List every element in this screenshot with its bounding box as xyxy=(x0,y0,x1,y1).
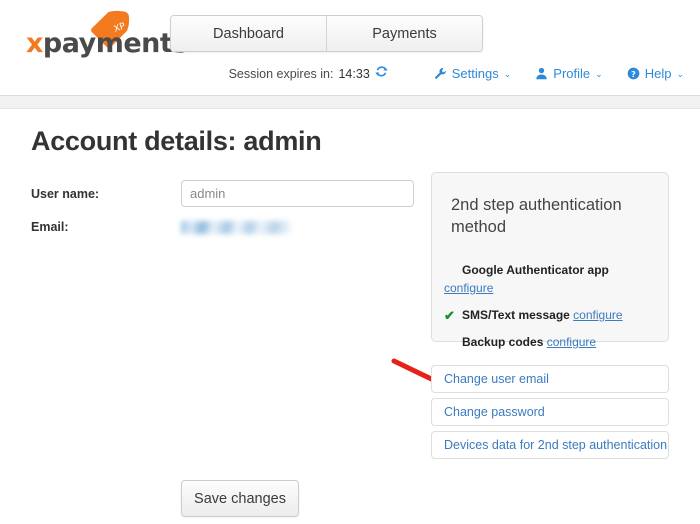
menu-settings[interactable]: Settings ⌄ xyxy=(434,66,512,81)
svg-text:?: ? xyxy=(631,69,636,79)
utility-bar: Session expires in: 14:33 Settings ⌄ Pro… xyxy=(229,66,684,81)
question-circle-icon-svg: ? xyxy=(627,67,640,80)
email-label: Email: xyxy=(31,220,69,234)
tab-dashboard[interactable]: Dashboard xyxy=(171,16,326,51)
page-title: Account details: admin xyxy=(31,126,322,156)
check-icon: ✔ xyxy=(444,308,455,323)
username-input[interactable] xyxy=(181,180,414,207)
auth-method-google-authenticator: Google Authenticator app configure xyxy=(444,261,664,297)
session-timer: Session expires in: 14:33 xyxy=(229,66,388,81)
auth-method-sms: ✔ SMS/Text message configure xyxy=(444,306,664,324)
action-label: Change password xyxy=(444,405,545,419)
second-step-auth-panel: 2nd step authentication method Google Au… xyxy=(431,172,669,349)
chevron-down-icon: ⌄ xyxy=(595,69,603,79)
auth-panel-title: 2nd step authentication method xyxy=(451,196,622,237)
user-icon-svg xyxy=(536,67,547,80)
auth-method-name: Backup codes xyxy=(462,335,544,349)
logo[interactable]: XP xpayments xyxy=(26,10,188,58)
form-row-email: Email: xyxy=(31,220,421,234)
action-label: Devices data for 2nd step authentication xyxy=(444,438,668,452)
main-tabs: Dashboard Payments xyxy=(170,15,483,52)
action-label: Change user email xyxy=(444,372,549,386)
configure-link-sms[interactable]: configure xyxy=(573,308,622,322)
menu-profile[interactable]: Profile ⌄ xyxy=(535,66,603,81)
wrench-icon-svg xyxy=(434,67,446,79)
configure-link-google-authenticator[interactable]: configure xyxy=(444,279,664,297)
session-label: Session expires in: xyxy=(228,66,334,81)
refresh-icon-svg xyxy=(375,66,388,77)
username-label: User name: xyxy=(31,186,100,201)
auth-method-name: SMS/Text message xyxy=(462,308,570,322)
configure-link-backup-codes[interactable]: configure xyxy=(547,335,596,349)
wrench-icon xyxy=(434,67,447,80)
page-header: XP xpayments Dashboard Payments Session … xyxy=(0,0,700,95)
tab-payments[interactable]: Payments xyxy=(326,16,482,51)
auth-method-name: Google Authenticator app xyxy=(462,263,609,277)
question-circle-icon: ? xyxy=(627,67,640,80)
chevron-down-icon: ⌄ xyxy=(676,69,684,79)
change-password-button[interactable]: Change password xyxy=(431,398,669,426)
menu-help-label: Help xyxy=(644,66,672,81)
menu-help[interactable]: ? Help ⌄ xyxy=(627,66,684,81)
save-changes-button[interactable]: Save changes xyxy=(181,480,299,517)
chevron-down-icon: ⌄ xyxy=(503,69,512,79)
main-content: Account details: admin User name: Email:… xyxy=(0,110,700,524)
menu-profile-label: Profile xyxy=(553,66,591,81)
refresh-icon[interactable] xyxy=(375,65,388,80)
devices-data-button[interactable]: Devices data for 2nd step authentication xyxy=(431,431,669,459)
header-divider-band xyxy=(0,95,700,109)
logo-wordmark: xpayments xyxy=(26,30,188,57)
session-time: 14:33 xyxy=(338,66,370,81)
logo-letter-x: x xyxy=(26,28,43,59)
user-icon xyxy=(535,67,548,80)
auth-method-backup-codes: Backup codes configure xyxy=(444,333,664,351)
menu-settings-label: Settings xyxy=(451,66,499,81)
logo-word-payments: payments xyxy=(42,28,188,59)
change-user-email-button[interactable]: Change user email xyxy=(431,365,669,393)
email-value-redacted xyxy=(181,220,291,234)
auth-method-list: Google Authenticator app configure ✔ SMS… xyxy=(444,261,664,360)
form-row-username: User name: xyxy=(31,180,421,207)
